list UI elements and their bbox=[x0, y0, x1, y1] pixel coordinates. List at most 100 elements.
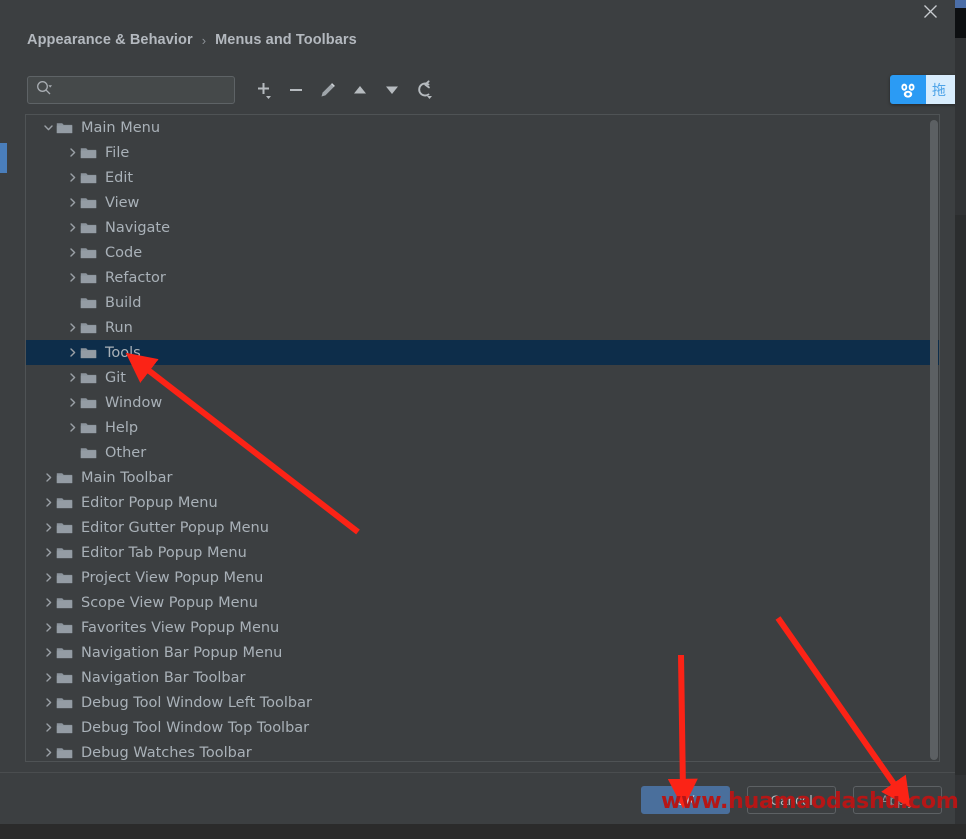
chevron-right-icon[interactable] bbox=[40, 697, 56, 708]
tree-toolbar bbox=[27, 76, 932, 106]
chevron-right-icon[interactable] bbox=[40, 497, 56, 508]
chevron-right-icon[interactable] bbox=[40, 597, 56, 608]
tree-row[interactable]: Run bbox=[26, 315, 939, 340]
chevron-right-icon[interactable] bbox=[64, 222, 80, 233]
tree-row[interactable]: Refactor bbox=[26, 265, 939, 290]
tree-row[interactable]: Navigation Bar Toolbar bbox=[26, 665, 939, 690]
folder-icon bbox=[56, 621, 73, 635]
tree-rows-container: Main Menu File Edit View Navigate Code Refacto… bbox=[26, 115, 939, 761]
breadcrumb: Appearance & Behavior › Menus and Toolba… bbox=[27, 32, 357, 48]
chevron-right-icon[interactable] bbox=[64, 372, 80, 383]
tree-row[interactable]: Debug Tool Window Top Toolbar bbox=[26, 715, 939, 740]
tree-row[interactable]: Favorites View Popup Menu bbox=[26, 615, 939, 640]
tree-row[interactable]: Edit bbox=[26, 165, 939, 190]
folder-icon bbox=[80, 446, 97, 460]
chevron-right-icon[interactable] bbox=[40, 647, 56, 658]
tree-row[interactable]: Code bbox=[26, 240, 939, 265]
chevron-right-icon[interactable] bbox=[40, 572, 56, 583]
tree-row-label: Navigate bbox=[105, 219, 171, 236]
tree-row-label: Tools bbox=[105, 344, 141, 361]
selected-category-accent bbox=[0, 143, 7, 173]
tree-row-label: View bbox=[105, 194, 140, 211]
tree-row[interactable]: View bbox=[26, 190, 939, 215]
folder-icon bbox=[80, 396, 97, 410]
tree-row[interactable]: Git bbox=[26, 365, 939, 390]
close-icon[interactable] bbox=[910, 0, 950, 22]
tree-row[interactable]: Editor Popup Menu bbox=[26, 490, 939, 515]
chevron-right-icon[interactable] bbox=[64, 347, 80, 358]
chevron-right-icon[interactable] bbox=[40, 547, 56, 558]
tree-row[interactable]: Build bbox=[26, 290, 939, 315]
breadcrumb-separator-icon: › bbox=[201, 32, 207, 48]
chevron-right-icon[interactable] bbox=[40, 722, 56, 733]
folder-icon bbox=[56, 521, 73, 535]
tree-row-label: Debug Watches Toolbar bbox=[81, 744, 252, 761]
tree-row-label: Favorites View Popup Menu bbox=[81, 619, 280, 636]
tree-row[interactable]: Main Toolbar bbox=[26, 465, 939, 490]
tree-row[interactable]: Window bbox=[26, 390, 939, 415]
folder-icon bbox=[80, 171, 97, 185]
tree-row-label: Refactor bbox=[105, 269, 166, 286]
breadcrumb-current: Menus and Toolbars bbox=[215, 32, 357, 48]
tree-row[interactable]: Editor Tab Popup Menu bbox=[26, 540, 939, 565]
chevron-right-icon[interactable] bbox=[40, 672, 56, 683]
chevron-down-icon[interactable] bbox=[40, 122, 56, 133]
scrollbar-thumb[interactable] bbox=[930, 120, 938, 760]
chevron-right-icon[interactable] bbox=[64, 397, 80, 408]
chevron-right-icon[interactable] bbox=[40, 472, 56, 483]
tree-row-label: File bbox=[105, 144, 130, 161]
folder-icon bbox=[56, 496, 73, 510]
tree-row[interactable]: Other bbox=[26, 440, 939, 465]
folder-icon bbox=[80, 196, 97, 210]
tree-row[interactable]: Debug Tool Window Left Toolbar bbox=[26, 690, 939, 715]
chevron-right-icon[interactable] bbox=[40, 522, 56, 533]
tree-row[interactable]: File bbox=[26, 140, 939, 165]
edit-button[interactable] bbox=[315, 76, 341, 104]
tree-row-label: Navigation Bar Popup Menu bbox=[81, 644, 283, 661]
chevron-right-icon[interactable] bbox=[64, 172, 80, 183]
bottom-background-strip bbox=[0, 824, 966, 839]
add-button[interactable] bbox=[251, 76, 277, 104]
folder-icon bbox=[56, 546, 73, 560]
baidu-paw-icon[interactable] bbox=[890, 75, 926, 104]
remove-button[interactable] bbox=[283, 76, 309, 104]
chevron-right-icon[interactable] bbox=[64, 147, 80, 158]
search-input[interactable] bbox=[59, 82, 219, 98]
watermark-text: www.huamaodashu.com bbox=[661, 789, 959, 814]
chevron-right-icon[interactable] bbox=[40, 747, 56, 758]
search-box[interactable] bbox=[27, 76, 235, 104]
tree-row-label: Git bbox=[105, 369, 126, 386]
folder-icon bbox=[56, 721, 73, 735]
folder-icon bbox=[56, 596, 73, 610]
chevron-right-icon[interactable] bbox=[64, 197, 80, 208]
tree-row[interactable]: Project View Popup Menu bbox=[26, 565, 939, 590]
tree-row-label: Run bbox=[105, 319, 133, 336]
tree-row-label: Editor Gutter Popup Menu bbox=[81, 519, 269, 536]
move-down-button[interactable] bbox=[379, 76, 405, 104]
restore-button[interactable] bbox=[411, 76, 437, 104]
tree-row[interactable]: Editor Gutter Popup Menu bbox=[26, 515, 939, 540]
chevron-right-icon[interactable] bbox=[64, 322, 80, 333]
tree-row[interactable]: Main Menu bbox=[26, 115, 939, 140]
breadcrumb-root[interactable]: Appearance & Behavior bbox=[27, 32, 193, 48]
tree-row-label: Edit bbox=[105, 169, 134, 186]
tree-row[interactable]: Navigation Bar Popup Menu bbox=[26, 640, 939, 665]
tree-row-label: Navigation Bar Toolbar bbox=[81, 669, 246, 686]
chevron-right-icon[interactable] bbox=[64, 422, 80, 433]
tree-row-label: Other bbox=[105, 444, 147, 461]
chevron-right-icon[interactable] bbox=[64, 272, 80, 283]
folder-icon bbox=[56, 571, 73, 585]
tree-vertical-scrollbar[interactable] bbox=[929, 117, 939, 761]
chevron-right-icon[interactable] bbox=[40, 622, 56, 633]
tree-row[interactable]: Tools bbox=[26, 340, 939, 365]
tree-row-label: Editor Popup Menu bbox=[81, 494, 218, 511]
move-up-button[interactable] bbox=[347, 76, 373, 104]
tree-row-label: Project View Popup Menu bbox=[81, 569, 264, 586]
tree-row[interactable]: Scope View Popup Menu bbox=[26, 590, 939, 615]
tree-row[interactable]: Debug Watches Toolbar bbox=[26, 740, 939, 761]
tree-row[interactable]: Navigate bbox=[26, 215, 939, 240]
chevron-right-icon[interactable] bbox=[64, 247, 80, 258]
tree-row[interactable]: Help bbox=[26, 415, 939, 440]
menus-and-toolbars-tree[interactable]: Main Menu File Edit View Navigate Code Refacto… bbox=[25, 114, 940, 762]
folder-icon bbox=[80, 421, 97, 435]
